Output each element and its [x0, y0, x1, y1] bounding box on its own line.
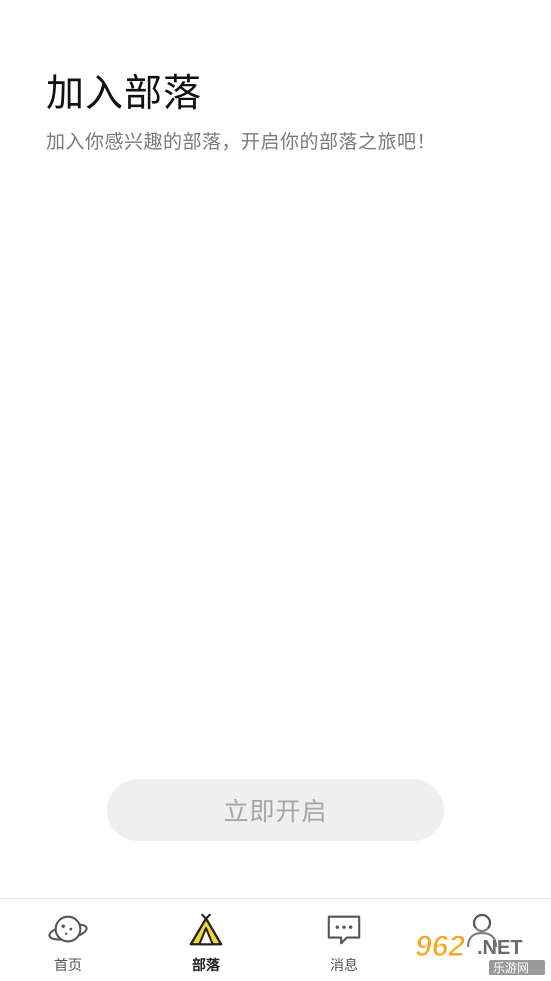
- tab-home-label: 首页: [54, 958, 82, 974]
- tab-tribe[interactable]: 部落: [156, 911, 256, 975]
- tent-icon: [189, 913, 223, 946]
- svg-text:.NET: .NET: [477, 937, 523, 959]
- chat-bubble-icon: [327, 915, 361, 945]
- svg-text:乐游网: 乐游网: [493, 961, 529, 975]
- tab-messages[interactable]: 消息: [294, 911, 394, 975]
- tribe-join-page: 加入部落 加入你感兴趣的部落，开启你的部落之旅吧！ 立即开启 首页 部落 消息 …: [0, 0, 551, 981]
- svg-text:962: 962: [415, 930, 465, 963]
- tab-messages-label: 消息: [330, 958, 358, 974]
- planet-icon: [48, 915, 88, 943]
- tab-home[interactable]: 首页: [18, 911, 118, 975]
- page-subtitle: 加入你感兴趣的部落，开启你的部落之旅吧！: [46, 131, 437, 153]
- start-now-button[interactable]: 立即开启: [107, 779, 444, 841]
- page-title: 加入部落: [46, 71, 203, 115]
- tab-tribe-label: 部落: [192, 958, 220, 974]
- site-watermark-logo: 962 .NET 乐游网: [411, 928, 547, 976]
